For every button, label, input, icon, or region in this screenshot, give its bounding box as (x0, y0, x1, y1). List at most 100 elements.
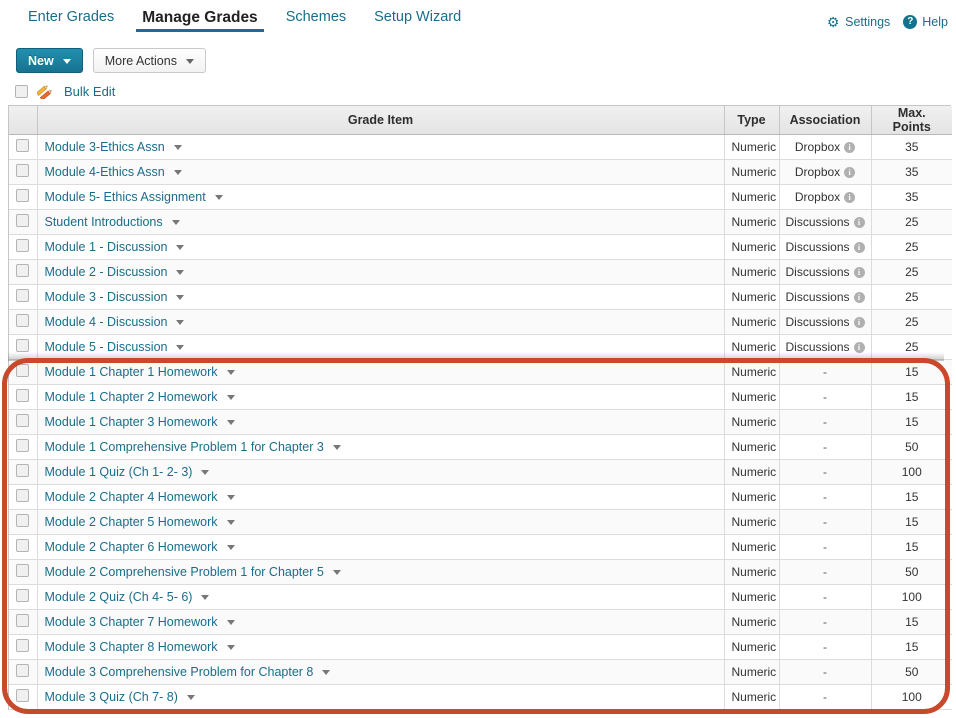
row-checkbox[interactable] (16, 364, 30, 377)
grade-item-link[interactable]: Student Introductions (45, 215, 163, 229)
row-checkbox[interactable] (16, 614, 30, 627)
chevron-down-icon[interactable] (176, 244, 185, 250)
more-actions-button[interactable]: More Actions (92, 48, 206, 73)
grade-item-link[interactable]: Module 3 - Discussion (45, 290, 168, 304)
tab-enter-grades[interactable]: Enter Grades (14, 0, 128, 38)
grade-item-link[interactable]: Module 1 Chapter 2 Homework (45, 390, 218, 404)
row-checkbox[interactable] (16, 164, 30, 177)
grade-item-link[interactable]: Module 5 - Discussion (45, 340, 168, 354)
chevron-down-icon[interactable] (186, 694, 195, 700)
row-checkbox[interactable] (16, 214, 30, 227)
row-checkbox[interactable] (16, 264, 30, 277)
row-checkbox[interactable] (16, 689, 30, 702)
grade-item-link[interactable]: Module 1 Comprehensive Problem 1 for Cha… (45, 440, 324, 454)
grade-item-link[interactable]: Module 2 Chapter 4 Homework (45, 490, 218, 504)
chevron-down-icon[interactable] (201, 594, 210, 600)
info-icon[interactable]: i (844, 166, 856, 178)
row-checkbox[interactable] (16, 589, 30, 602)
row-checkbox[interactable] (16, 314, 30, 327)
settings-link[interactable]: ⚙ Settings (826, 15, 890, 29)
chevron-down-icon[interactable] (173, 169, 182, 175)
row-checkbox[interactable] (16, 514, 30, 527)
tab-schemes[interactable]: Schemes (272, 0, 360, 38)
chevron-down-icon[interactable] (226, 519, 235, 525)
association-label[interactable]: Dropbox (795, 190, 840, 204)
info-icon[interactable]: i (853, 316, 865, 328)
chevron-down-icon[interactable] (226, 369, 235, 375)
tab-manage-grades[interactable]: Manage Grades (128, 0, 271, 38)
chevron-down-icon[interactable] (226, 544, 235, 550)
chevron-down-icon[interactable] (176, 319, 185, 325)
chevron-down-icon[interactable] (226, 644, 235, 650)
row-checkbox[interactable] (16, 289, 30, 302)
column-header-max-points[interactable]: Max. Points (871, 106, 952, 135)
association-label[interactable]: Discussions (785, 290, 849, 304)
grade-item-link[interactable]: Module 2 Quiz (Ch 4- 5- 6) (45, 590, 193, 604)
grade-item-link[interactable]: Module 3 Quiz (Ch 7- 8) (45, 690, 178, 704)
new-button[interactable]: New (16, 48, 83, 73)
grade-item-link[interactable]: Module 2 - Discussion (45, 265, 168, 279)
chevron-down-icon[interactable] (226, 419, 235, 425)
chevron-down-icon[interactable] (226, 494, 235, 500)
chevron-down-icon[interactable] (176, 294, 185, 300)
association-label[interactable]: Discussions (785, 315, 849, 329)
column-header-association[interactable]: Association (779, 106, 872, 135)
chevron-down-icon[interactable] (322, 669, 331, 675)
chevron-down-icon[interactable] (226, 619, 235, 625)
grade-item-link[interactable]: Module 2 Chapter 6 Homework (45, 540, 218, 554)
chevron-down-icon[interactable] (173, 144, 182, 150)
chevron-down-icon[interactable] (201, 469, 210, 475)
column-header-grade-item[interactable]: Grade Item (37, 106, 725, 135)
grade-item-link[interactable]: Module 3 Chapter 7 Homework (45, 615, 218, 629)
row-checkbox[interactable] (16, 639, 30, 652)
row-checkbox[interactable] (16, 539, 30, 552)
association-label[interactable]: Discussions (785, 215, 849, 229)
row-checkbox[interactable] (16, 189, 30, 202)
row-checkbox[interactable] (16, 439, 30, 452)
grade-item-link[interactable]: Module 5- Ethics Assignment (45, 190, 206, 204)
chevron-down-icon[interactable] (176, 269, 185, 275)
info-icon[interactable]: i (853, 341, 865, 353)
association-label[interactable]: Discussions (785, 340, 849, 354)
chevron-down-icon[interactable] (214, 194, 223, 200)
chevron-down-icon[interactable] (226, 394, 235, 400)
grade-item-link[interactable]: Module 3 Chapter 8 Homework (45, 640, 218, 654)
info-icon[interactable]: i (853, 266, 865, 278)
grade-item-link[interactable]: Module 1 Chapter 3 Homework (45, 415, 218, 429)
info-icon[interactable]: i (853, 241, 865, 253)
select-all-checkbox[interactable] (15, 85, 28, 98)
chevron-down-icon[interactable] (332, 444, 341, 450)
association-label[interactable]: Discussions (785, 240, 849, 254)
row-checkbox[interactable] (16, 139, 30, 152)
row-checkbox[interactable] (16, 464, 30, 477)
grade-item-link[interactable]: Module 2 Comprehensive Problem 1 for Cha… (45, 565, 324, 579)
chevron-down-icon[interactable] (332, 569, 341, 575)
row-checkbox[interactable] (16, 389, 30, 402)
info-icon[interactable]: i (844, 191, 856, 203)
chevron-down-icon[interactable] (171, 219, 180, 225)
grade-item-link[interactable]: Module 4-Ethics Assn (45, 165, 165, 179)
grade-item-link[interactable]: Module 1 Quiz (Ch 1- 2- 3) (45, 465, 193, 479)
tab-setup-wizard[interactable]: Setup Wizard (360, 0, 475, 38)
row-checkbox[interactable] (16, 239, 30, 252)
row-checkbox[interactable] (16, 564, 30, 577)
column-header-type[interactable]: Type (724, 106, 780, 135)
row-checkbox[interactable] (16, 664, 30, 677)
row-checkbox[interactable] (16, 489, 30, 502)
row-checkbox[interactable] (16, 339, 30, 352)
info-icon[interactable]: i (853, 216, 865, 228)
association-label[interactable]: Dropbox (795, 165, 840, 179)
help-link[interactable]: ? Help (903, 15, 948, 29)
chevron-down-icon[interactable] (176, 344, 185, 350)
association-label[interactable]: Discussions (785, 265, 849, 279)
info-icon[interactable]: i (853, 291, 865, 303)
grade-item-link[interactable]: Module 1 Chapter 1 Homework (45, 365, 218, 379)
info-icon[interactable]: i (844, 141, 856, 153)
bulk-edit-link[interactable]: Bulk Edit (64, 84, 115, 99)
grade-item-link[interactable]: Module 4 - Discussion (45, 315, 168, 329)
row-checkbox[interactable] (16, 414, 30, 427)
grade-item-link[interactable]: Module 3-Ethics Assn (45, 140, 165, 154)
association-label[interactable]: Dropbox (795, 140, 840, 154)
grade-item-link[interactable]: Module 2 Chapter 5 Homework (45, 515, 218, 529)
grade-item-link[interactable]: Module 3 Comprehensive Problem for Chapt… (45, 665, 314, 679)
